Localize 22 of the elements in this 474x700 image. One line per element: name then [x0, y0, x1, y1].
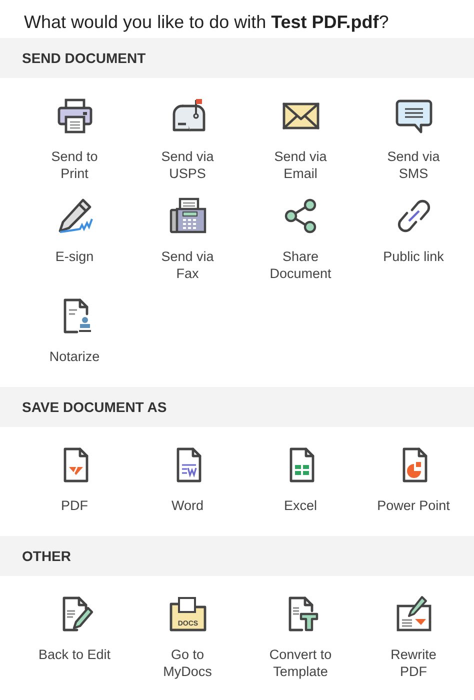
- action-label[interactable]: Notarize: [49, 348, 100, 365]
- action-label[interactable]: Back to Edit: [38, 646, 111, 663]
- action-label[interactable]: Public link: [383, 248, 444, 265]
- action-label[interactable]: Send to Print: [51, 148, 98, 182]
- action-label[interactable]: Send via Fax: [161, 248, 214, 282]
- section-header: SAVE DOCUMENT AS: [0, 387, 474, 427]
- action-label[interactable]: Word: [171, 497, 204, 514]
- section-header: SEND DOCUMENT: [0, 38, 474, 78]
- fax-machine-icon[interactable]: [168, 196, 208, 236]
- action-label[interactable]: Send via USPS: [161, 148, 214, 182]
- action-label[interactable]: Go to MyDocs: [163, 646, 212, 680]
- action-label[interactable]: Convert to Template: [269, 646, 332, 680]
- action-label[interactable]: E-sign: [55, 248, 94, 265]
- action-label[interactable]: Send via SMS: [387, 148, 440, 182]
- action-label[interactable]: Power Point: [377, 497, 450, 514]
- section-header: OTHER: [0, 536, 474, 576]
- action-label[interactable]: Send via Email: [274, 148, 327, 182]
- action-label[interactable]: Excel: [284, 497, 317, 514]
- action-label[interactable]: PDF: [61, 497, 88, 514]
- action-label[interactable]: Share Document: [270, 248, 332, 282]
- dialog-title: What would you like to do with Test PDF.pdf?: [23, 11, 390, 34]
- action-label[interactable]: Rewrite PDF: [390, 646, 436, 680]
